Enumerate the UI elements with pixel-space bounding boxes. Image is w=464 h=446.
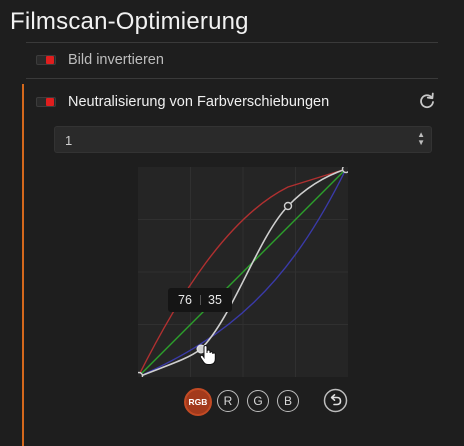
channel-b-button[interactable]: B	[277, 390, 299, 412]
curve-point-white[interactable]	[341, 167, 349, 174]
title-divider	[26, 42, 438, 43]
neutralize-toggle-knob	[46, 98, 54, 106]
channel-rgb-button[interactable]: RGB	[184, 388, 212, 416]
panel-title: Filmscan-Optimierung	[10, 8, 249, 35]
mode-select-value: 1	[65, 133, 73, 148]
tooltip-input-value: 76	[178, 293, 192, 307]
mode-select[interactable]: 1 ▲ ▼	[54, 126, 432, 153]
invert-divider	[26, 78, 438, 79]
invert-label[interactable]: Bild invertieren	[68, 52, 164, 68]
hand-cursor-icon	[199, 344, 216, 365]
point-value-tooltip: 76 35	[168, 288, 232, 312]
curve-point-black[interactable]	[138, 371, 144, 378]
updown-arrows-icon: ▲ ▼	[417, 130, 425, 147]
curve-point-mid[interactable]	[283, 201, 293, 211]
neutralize-toggle[interactable]	[36, 97, 56, 107]
channel-g-button[interactable]: G	[247, 390, 269, 412]
invert-toggle-knob	[46, 56, 54, 64]
curve-editor[interactable]	[138, 167, 348, 377]
undo-icon[interactable]	[323, 388, 348, 413]
tooltip-output-value: 35	[208, 293, 222, 307]
channel-r-button[interactable]: R	[217, 390, 239, 412]
reset-icon[interactable]	[416, 90, 438, 112]
invert-toggle[interactable]	[36, 55, 56, 65]
neutralize-label[interactable]: Neutralisierung von Farbverschiebungen	[68, 94, 329, 110]
tooltip-separator	[200, 295, 201, 305]
section-accent-bar	[22, 84, 24, 446]
